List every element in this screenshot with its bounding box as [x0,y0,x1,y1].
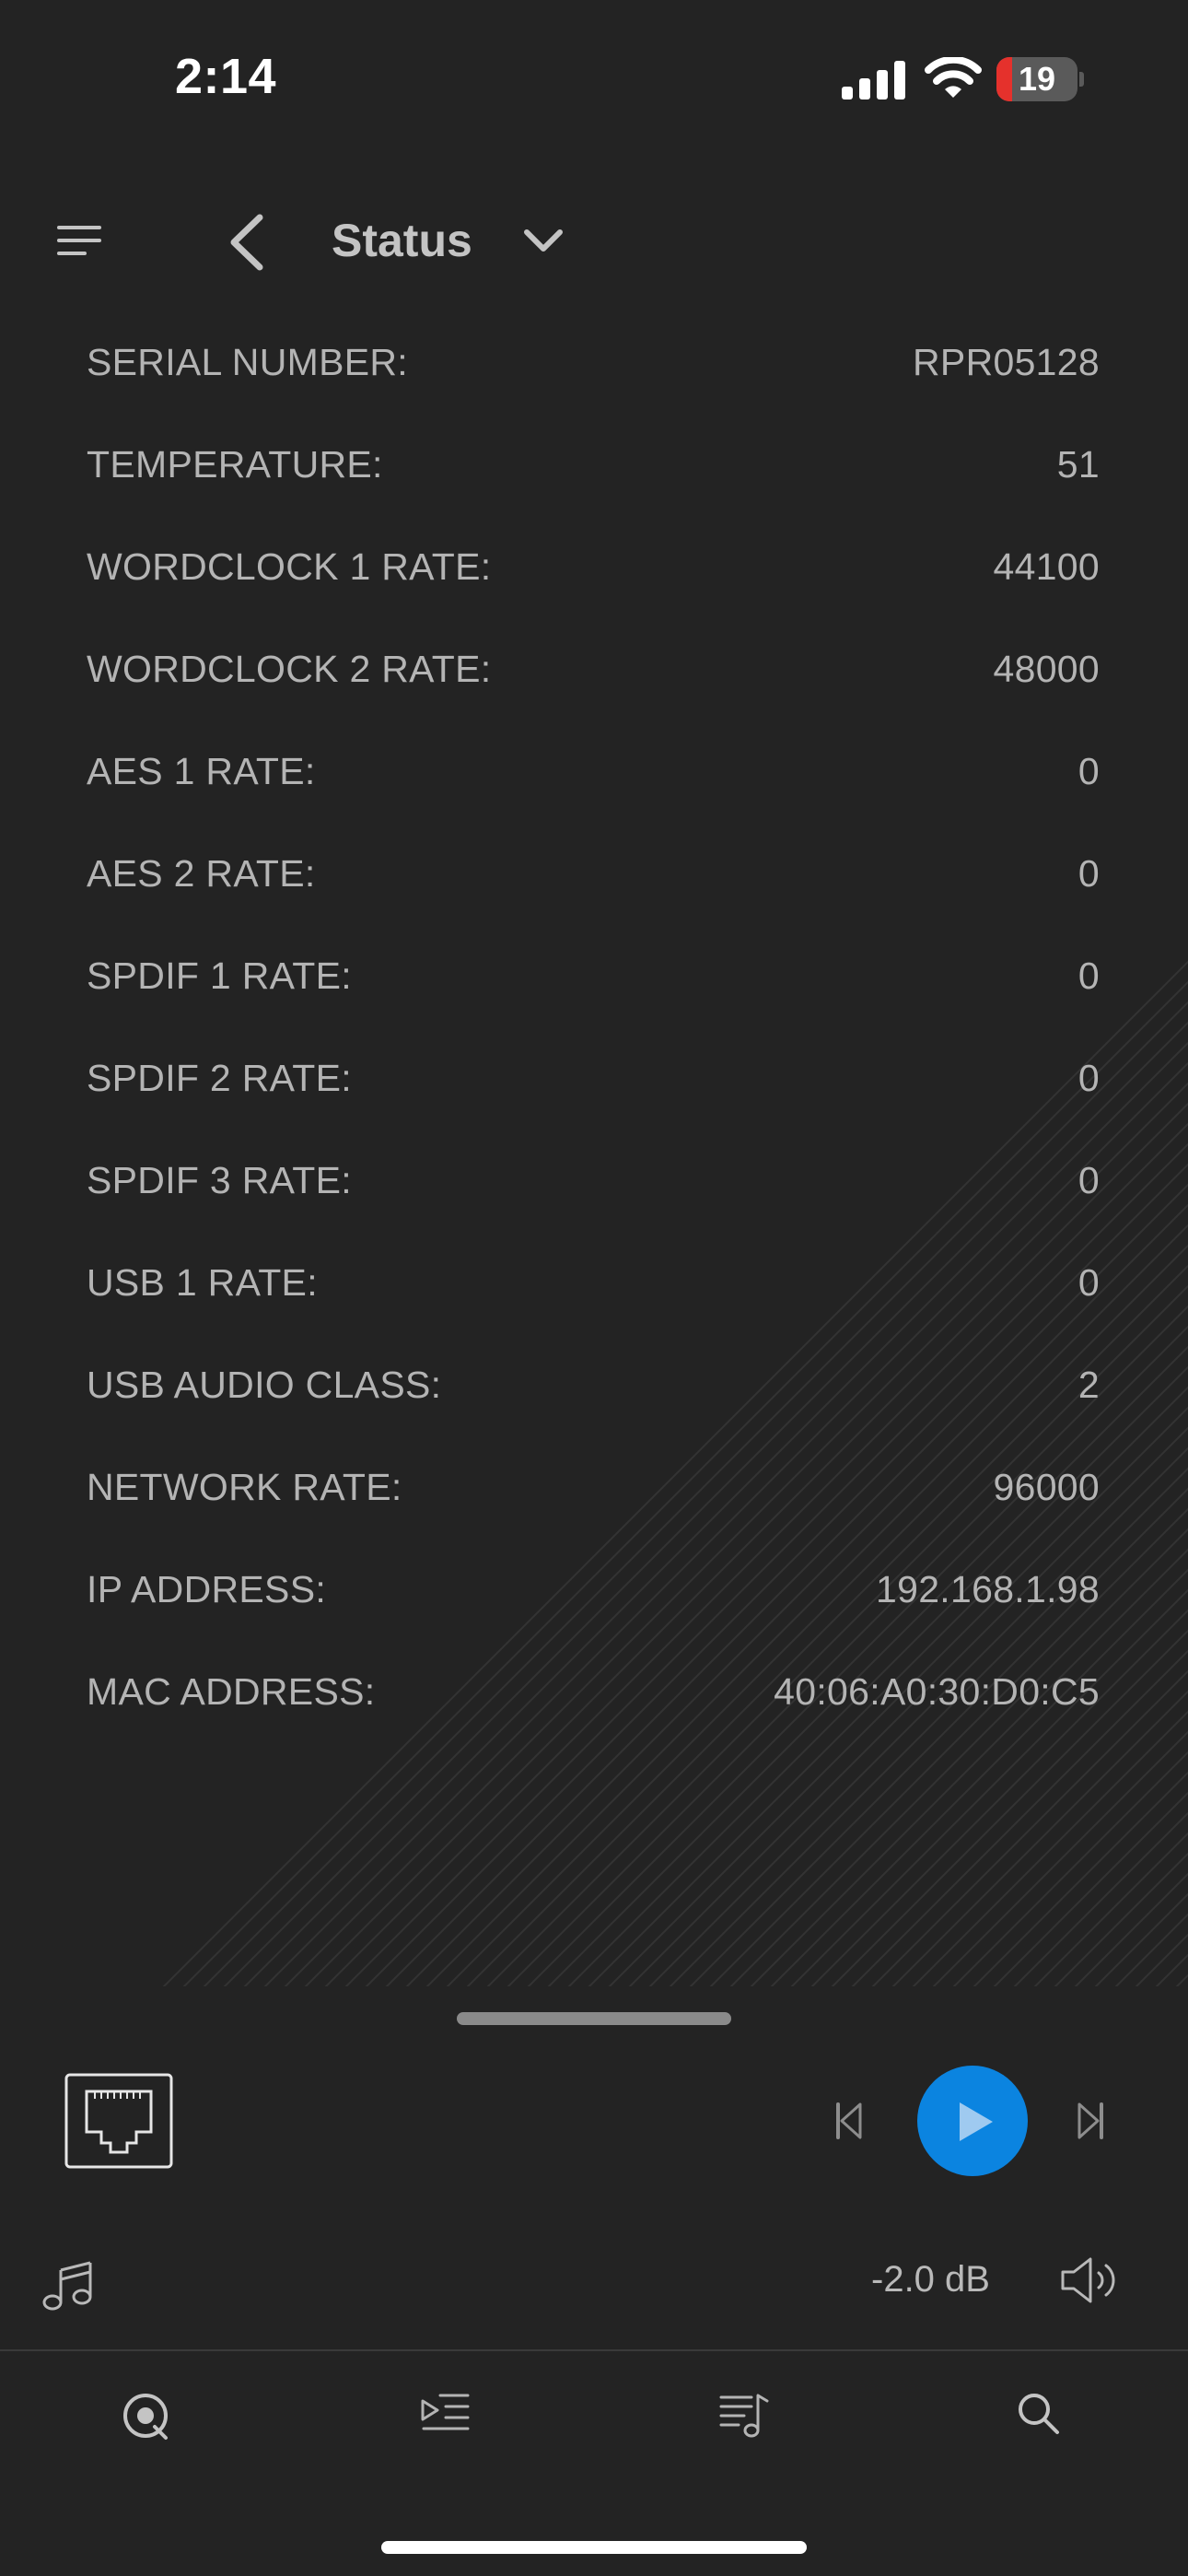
tab-now-playing[interactable] [122,2392,173,2448]
back-chevron-icon[interactable] [227,214,267,275]
status-row-label: NETWORK RATE: [87,1466,402,1508]
status-row: AES 2 RATE: 0 [87,823,1100,925]
wifi-icon [925,55,982,104]
status-row-label: AES 2 RATE: [87,852,316,895]
status-row: TEMPERATURE: 51 [87,414,1100,516]
status-row-label: SERIAL NUMBER: [87,341,408,383]
status-row-value: 2 [1077,1364,1100,1406]
status-row: AES 1 RATE: 0 [87,720,1100,823]
status-row-value: 44100 [993,545,1100,588]
tab-bar-divider [0,2349,1188,2351]
status-row-value: 48000 [993,648,1100,690]
status-row-value: 0 [1077,1057,1100,1099]
status-row-label: MAC ADDRESS: [87,1670,376,1713]
status-row: IP ADDRESS: 192.168.1.98 [87,1539,1100,1641]
status-row: WORDCLOCK 1 RATE: 44100 [87,516,1100,618]
playlist-music-icon [718,2394,770,2443]
status-row-label: WORDCLOCK 1 RATE: [87,545,492,588]
battery-indicator: 19 [996,57,1084,101]
status-row-label: WORDCLOCK 2 RATE: [87,648,492,690]
status-row-label: SPDIF 2 RATE: [87,1057,352,1099]
music-note-icon[interactable] [42,2257,94,2317]
status-row-value: 0 [1077,1261,1100,1304]
hamburger-menu-icon[interactable] [57,225,101,261]
status-row: MAC ADDRESS: 40:06:A0:30:D0:C5 [87,1641,1100,1743]
cellular-signal-icon [842,61,906,104]
next-track-button[interactable] [1076,2101,1105,2146]
status-row-value: 40:06:A0:30:D0:C5 [774,1670,1100,1713]
search-icon [1017,2394,1061,2440]
status-row-value: RPR05128 [913,341,1100,383]
status-row: USB AUDIO CLASS: 2 [87,1334,1100,1436]
status-row-label: USB 1 RATE: [87,1261,318,1304]
play-button[interactable] [917,2066,1028,2176]
status-row-label: AES 1 RATE: [87,750,316,792]
scroll-indicator[interactable] [457,2012,731,2025]
home-indicator[interactable] [381,2541,807,2554]
status-row-value: 96000 [993,1466,1100,1508]
status-row-label: USB AUDIO CLASS: [87,1364,442,1406]
battery-level-label: 19 [1018,60,1056,98]
status-row-value: 192.168.1.98 [876,1568,1100,1610]
status-row-value: 0 [1077,852,1100,895]
speaker-volume-icon[interactable] [1059,2255,1120,2310]
previous-track-button[interactable] [834,2101,864,2146]
status-row: WORDCLOCK 2 RATE: 48000 [87,618,1100,720]
status-info-list: SERIAL NUMBER: RPR05128 TEMPERATURE: 51 WORD… [87,311,1100,1743]
volume-level: -2.0 dB [871,2259,990,2300]
status-row-label: SPDIF 3 RATE: [87,1159,352,1201]
status-row: USB 1 RATE: 0 [87,1232,1100,1334]
status-row: SPDIF 3 RATE: 0 [87,1130,1100,1232]
status-bar-time: 2:14 [175,49,277,104]
tab-search[interactable] [1017,2392,1061,2441]
status-row-label: IP ADDRESS: [87,1568,327,1610]
disc-icon [122,2394,173,2447]
status-row-value: 51 [1056,443,1100,486]
chevron-down-icon[interactable] [523,228,564,259]
tab-queue[interactable] [420,2392,472,2444]
status-row: SPDIF 1 RATE: 0 [87,925,1100,1027]
status-row-label: TEMPERATURE: [87,443,383,486]
status-row: NETWORK RATE: 96000 [87,1436,1100,1539]
status-row-value: 0 [1077,954,1100,997]
status-row-value: 0 [1077,750,1100,792]
status-row: SERIAL NUMBER: RPR05128 [87,311,1100,414]
status-row: SPDIF 2 RATE: 0 [87,1027,1100,1130]
ethernet-port-icon[interactable] [64,2073,173,2173]
status-row-value: 0 [1077,1159,1100,1201]
page-title[interactable]: Status [332,214,472,267]
tab-playlists[interactable] [718,2392,770,2444]
play-queue-icon [420,2394,472,2443]
status-row-label: SPDIF 1 RATE: [87,954,352,997]
